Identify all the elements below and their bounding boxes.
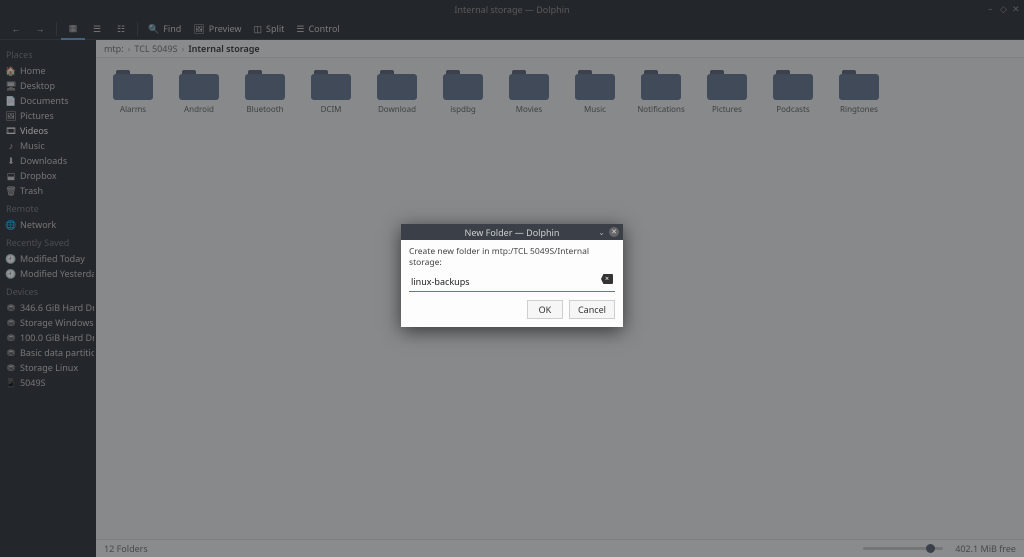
folder-name-input[interactable] — [409, 272, 615, 291]
dialog-titlebar: New Folder — Dolphin ⌄ ✕ — [401, 224, 623, 240]
modal-overlay: New Folder — Dolphin ⌄ ✕ Create new fold… — [0, 0, 1024, 557]
dialog-label: Create new folder in mtp:/TCL 5049S/Inte… — [409, 246, 615, 268]
clear-input-icon[interactable]: × — [601, 274, 613, 284]
dialog-collapse-icon[interactable]: ⌄ — [598, 227, 605, 238]
cancel-button[interactable]: Cancel — [569, 300, 615, 319]
new-folder-dialog: New Folder — Dolphin ⌄ ✕ Create new fold… — [401, 224, 623, 327]
dialog-close-icon[interactable]: ✕ — [609, 227, 619, 237]
ok-button[interactable]: OK — [527, 300, 563, 319]
dialog-title: New Folder — Dolphin — [465, 226, 560, 239]
